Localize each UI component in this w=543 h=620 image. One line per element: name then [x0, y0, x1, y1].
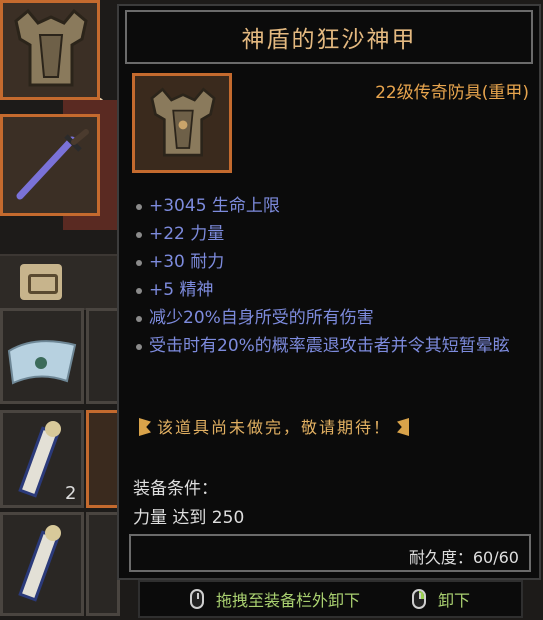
cloth-icon	[7, 340, 77, 385]
bag-tab-icon[interactable]	[20, 264, 62, 300]
durability: 耐久度：60/60	[129, 534, 531, 572]
unfinished-note-text: 该道具尚未做完，敬请期待！	[157, 418, 392, 437]
stat-line: +3045 生命上限	[133, 192, 533, 220]
inventory-slot[interactable]: 2	[0, 410, 84, 508]
inventory-slot[interactable]	[0, 308, 84, 404]
sword-icon	[16, 129, 89, 200]
item-tooltip: 神盾的狂沙神甲 22级传奇防具(重甲) +3045 生命上限 +22 力量 +3…	[117, 4, 541, 580]
stat-line: +5 精神	[133, 276, 533, 304]
drag-unequip-label: 拖拽至装备栏外卸下	[216, 591, 361, 610]
armor-icon	[150, 87, 216, 157]
equip-slot-armor[interactable]	[0, 0, 100, 100]
requirement-line: 力量 达到 250	[133, 508, 245, 528]
armor-icon	[14, 8, 88, 87]
drag-unequip-hint[interactable]: 拖拽至装备栏外卸下	[190, 587, 360, 611]
requirements-header: 装备条件：	[133, 479, 218, 499]
action-hint-bar: 拖拽至装备栏外卸下 卸下	[138, 580, 523, 618]
bracket-right-icon	[397, 418, 410, 436]
item-icon-frame	[132, 73, 232, 173]
mouse-right-icon	[412, 589, 427, 609]
inventory-tab-bar	[0, 254, 120, 310]
inventory-slot[interactable]	[86, 512, 120, 616]
scroll-icon	[18, 421, 61, 498]
stat-line: +22 力量	[133, 220, 533, 248]
stat-line: 减少20%自身所受的所有伤害	[133, 304, 533, 332]
stat-line: 受击时有20%的概率震退攻击者并令其短暂晕眩	[133, 332, 529, 360]
mouse-left-icon	[190, 589, 204, 609]
unfinished-note: 该道具尚未做完，敬请期待！	[133, 414, 415, 438]
inventory-slot[interactable]	[86, 308, 120, 404]
unequip-label: 卸下	[438, 591, 471, 610]
stat-line: +30 耐力	[133, 248, 533, 276]
equip-slot-weapon[interactable]	[0, 114, 100, 216]
bracket-left-icon	[139, 418, 151, 436]
inventory-slot[interactable]	[0, 512, 84, 616]
item-rarity: 22级传奇防具(重甲)	[375, 83, 529, 103]
scroll-icon	[18, 525, 61, 602]
item-name: 神盾的狂沙神甲	[125, 10, 533, 64]
inventory-slot-selected[interactable]	[86, 410, 120, 508]
item-stats: +3045 生命上限 +22 力量 +30 耐力 +5 精神 减少20%自身所受…	[133, 192, 533, 360]
stack-count: 2	[65, 483, 77, 504]
unequip-button[interactable]: 卸下	[412, 587, 470, 611]
